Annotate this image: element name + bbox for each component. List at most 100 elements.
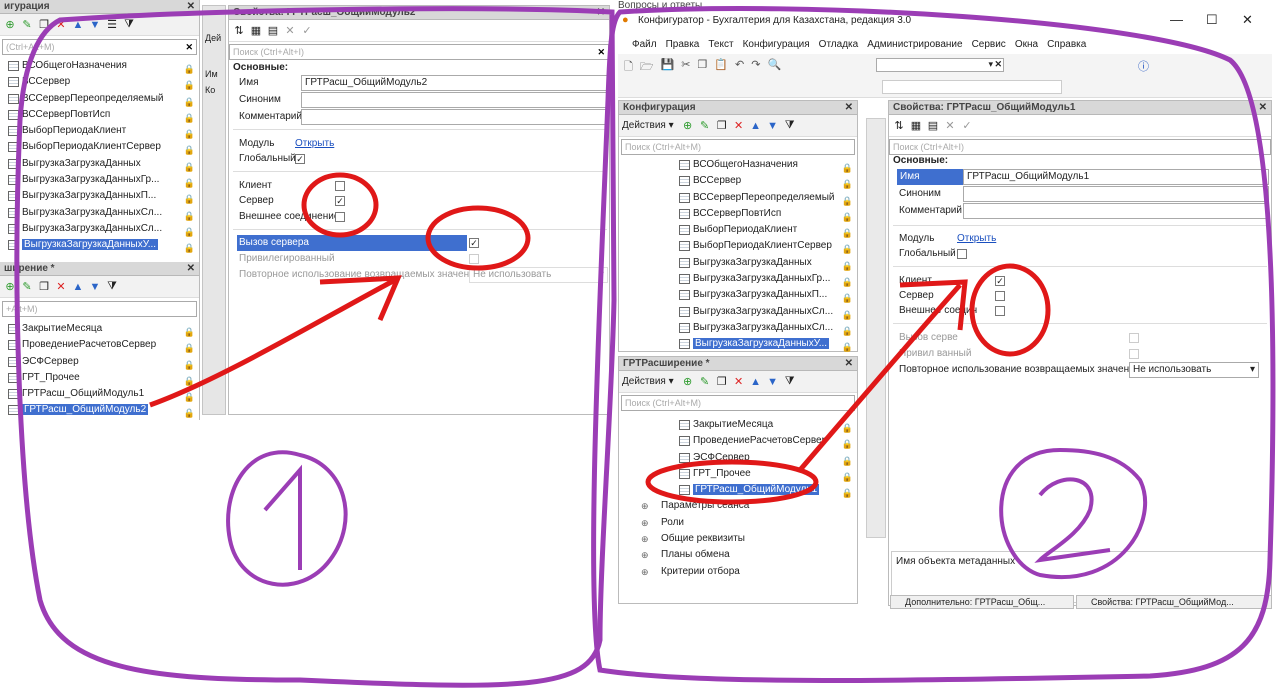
menu-item[interactable]: Окна xyxy=(1015,39,1038,50)
global-checkbox[interactable] xyxy=(957,249,967,259)
tree-item[interactable]: ВССерверПовтИсп 🔒 xyxy=(0,107,199,123)
add-icon[interactable]: ⊕ xyxy=(3,280,17,294)
tree-item[interactable]: ВыгрузкаЗагрузкаДанных 🔒 xyxy=(0,156,199,172)
left-props-search[interactable]: Поиск (Ctrl+Alt+I) ✕ xyxy=(229,44,609,60)
menu-item[interactable]: Правка xyxy=(666,39,700,50)
tree-group[interactable]: ⊕ Роли xyxy=(639,515,857,531)
tree-item[interactable]: ВСОбщегоНазначения 🔒 xyxy=(671,157,857,173)
filter-icon[interactable]: ⧩ xyxy=(122,18,136,32)
move-down-icon[interactable]: ▼ xyxy=(88,18,102,32)
categories-icon[interactable]: ▦ xyxy=(249,24,263,38)
right-combo-2[interactable] xyxy=(882,80,1062,94)
expand-icon[interactable]: ⊕ xyxy=(641,547,649,563)
tree-item[interactable]: ВССервер 🔒 xyxy=(0,74,199,90)
tree-item[interactable]: ВССерверПереопределяемый 🔒 xyxy=(671,190,857,206)
privileged-checkbox[interactable] xyxy=(469,254,479,264)
copy-icon[interactable]: ❐ xyxy=(37,280,51,294)
tree-item[interactable]: ВыгрузкаЗагрузкаДанныхСл... 🔒 xyxy=(0,205,199,221)
close-icon[interactable]: ✕ xyxy=(845,101,853,115)
redo-icon[interactable]: ↷ xyxy=(751,58,760,77)
move-up-icon[interactable]: ▲ xyxy=(749,375,763,389)
menu-item[interactable]: Конфигурация xyxy=(743,39,810,50)
open-icon[interactable]: 🗁 xyxy=(640,58,654,77)
move-up-icon[interactable]: ▲ xyxy=(749,119,763,133)
move-down-icon[interactable]: ▼ xyxy=(766,119,780,133)
tree-item[interactable]: ВыгрузкаЗагрузкаДанных 🔒 xyxy=(671,255,857,271)
stub-tab-comment[interactable]: Ко xyxy=(205,82,223,98)
bottom-tab-additional[interactable]: Дополнительно: ГРТРасш_Общ... xyxy=(890,595,1074,609)
server-call-checkbox[interactable]: ✓ xyxy=(469,238,479,248)
menu-item[interactable]: Администрирование xyxy=(867,39,962,50)
close-icon[interactable]: ✕ xyxy=(187,0,195,14)
info-icon[interactable]: ⓘ xyxy=(1138,58,1149,74)
global-checkbox[interactable]: ✓ xyxy=(295,154,305,164)
server-checkbox[interactable]: ✓ xyxy=(335,196,345,206)
sort-icon[interactable]: ⇅ xyxy=(232,24,246,38)
tree-item[interactable]: ВССерверПовтИсп 🔒 xyxy=(671,206,857,222)
tree-item[interactable]: ВыгрузкаЗагрузкаДанныхП... 🔒 xyxy=(0,188,199,204)
add-icon[interactable]: ⊕ xyxy=(681,119,695,133)
tree-item[interactable]: ВСОбщегоНазначения 🔒 xyxy=(0,58,199,74)
tree-item[interactable]: ВССерверПереопределяемый 🔒 xyxy=(0,91,199,107)
tree-group[interactable]: ⊕ Планы обмена xyxy=(639,547,857,563)
clear-icon[interactable]: ✕ xyxy=(597,45,605,59)
name-field[interactable]: ГРТРасш_ОбщийМодуль2 xyxy=(301,75,608,91)
tree-item[interactable]: ГРТРасш_ОбщийМодуль1 🔒 xyxy=(0,386,199,402)
menu-item[interactable]: Справка xyxy=(1047,39,1086,50)
tree-item[interactable]: ВыгрузкаЗагрузкаДанныхП... 🔒 xyxy=(671,287,857,303)
left-ext-search[interactable]: +Alt+M) xyxy=(2,301,197,317)
add-icon[interactable]: ⊕ xyxy=(681,375,695,389)
reuse-select[interactable]: Не использовать ▾ xyxy=(1129,362,1259,378)
delete-icon[interactable]: ✕ xyxy=(732,119,746,133)
tree-item[interactable]: ВыгрузкаЗагрузкаДанныхСл... 🔒 xyxy=(671,304,857,320)
copy-icon[interactable]: ❐ xyxy=(697,58,707,77)
find-icon[interactable]: 🔍 xyxy=(767,58,781,77)
tree-item[interactable]: ГРТРасш_ОбщийМодуль2 🔒 xyxy=(0,402,199,418)
external-checkbox[interactable] xyxy=(335,212,345,222)
move-up-icon[interactable]: ▲ xyxy=(71,18,85,32)
actions-menu[interactable]: Действия ▾ xyxy=(622,376,674,387)
tree-item[interactable]: ГРТ_Прочее 🔒 xyxy=(671,466,857,482)
tree-item[interactable]: ВыборПериодаКлиентСервер 🔒 xyxy=(0,139,199,155)
tree-item[interactable]: ВыгрузкаЗагрузкаДанныхСл... 🔒 xyxy=(0,221,199,237)
menu-item[interactable]: Отладка xyxy=(819,39,859,50)
tree-item[interactable]: ВыборПериодаКлиент 🔒 xyxy=(671,222,857,238)
stub-tab-actions[interactable]: Дей xyxy=(205,30,223,46)
right-ext-search[interactable]: Поиск (Ctrl+Alt+M) xyxy=(621,395,855,411)
synonym-field[interactable] xyxy=(301,92,608,108)
expand-icon[interactable]: ⊕ xyxy=(641,515,649,531)
edit-icon[interactable]: ✎ xyxy=(20,280,34,294)
new-icon[interactable]: 🗋 xyxy=(624,58,633,77)
client-checkbox[interactable] xyxy=(335,181,345,191)
comment-field[interactable] xyxy=(301,109,608,125)
save-icon[interactable]: 💾 xyxy=(661,58,675,77)
close-icon[interactable]: ✕ xyxy=(1259,101,1267,115)
copy-icon[interactable]: ❐ xyxy=(715,119,729,133)
cancel-icon[interactable]: ✕ xyxy=(943,119,957,133)
categories-icon[interactable]: ▦ xyxy=(909,119,923,133)
move-up-icon[interactable]: ▲ xyxy=(71,280,85,294)
synonym-field[interactable] xyxy=(963,186,1269,202)
tree-item[interactable]: ВыгрузкаЗагрузкаДанныхУ... 🔒 xyxy=(0,237,199,253)
copy-icon[interactable]: ❐ xyxy=(715,375,729,389)
tree-item[interactable]: ГРТРасш_ОбщийМодуль1 🔒 xyxy=(671,482,857,498)
minimize-icon[interactable]: — xyxy=(1170,12,1183,27)
external-checkbox[interactable] xyxy=(995,306,1005,316)
check-icon[interactable]: ✓ xyxy=(300,24,314,38)
tree-item[interactable]: ПроведениеРасчетовСервер 🔒 xyxy=(0,337,199,353)
right-config-search[interactable]: Поиск (Ctrl+Alt+M) xyxy=(621,139,855,155)
tree-item[interactable]: ВыгрузкаЗагрузкаДанныхСл... 🔒 xyxy=(671,320,857,336)
actions-menu[interactable]: Действия ▾ xyxy=(622,120,674,131)
move-down-icon[interactable]: ▼ xyxy=(88,280,102,294)
tree-item[interactable]: ВССервер 🔒 xyxy=(671,173,857,189)
delete-icon[interactable]: ✕ xyxy=(54,280,68,294)
tree-item[interactable]: ПроведениеРасчетовСервер 🔒 xyxy=(671,433,857,449)
copy-icon[interactable]: ❐ xyxy=(37,18,51,32)
module-open-link[interactable]: Открыть xyxy=(957,231,996,247)
list-icon[interactable]: ▤ xyxy=(266,24,280,38)
tree-item[interactable]: ЭСФСервер 🔒 xyxy=(0,354,199,370)
close-window-icon[interactable]: ✕ xyxy=(1242,12,1253,28)
filter-icon[interactable]: ⧩ xyxy=(783,119,797,133)
cut-icon[interactable]: ✂ xyxy=(681,58,690,77)
module-open-link[interactable]: Открыть xyxy=(295,136,334,152)
